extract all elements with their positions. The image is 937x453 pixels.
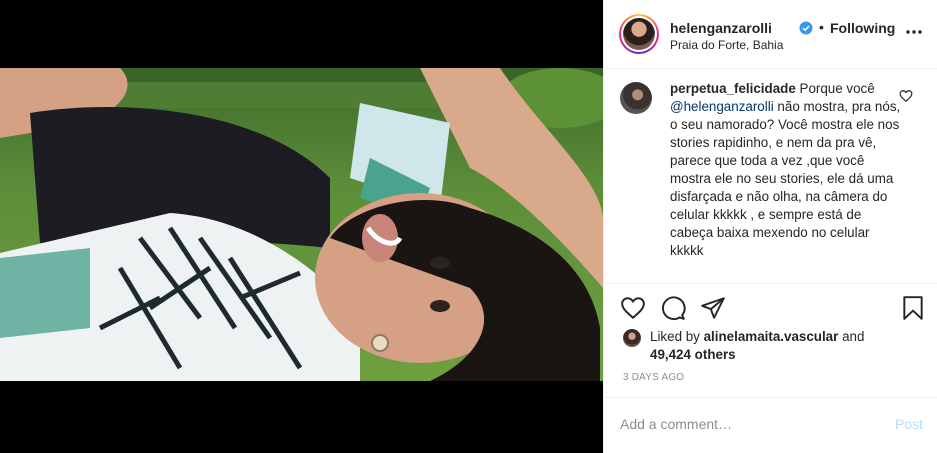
header-separator: • <box>819 19 824 35</box>
likes-prefix: Liked by <box>650 329 700 344</box>
comment-text-before: Porque você <box>799 81 875 96</box>
instagram-post-modal: helenganzarolli • Following Praia do For… <box>0 0 937 453</box>
bookmark-icon[interactable] <box>900 295 926 321</box>
photo-illustration <box>0 68 603 381</box>
post-header: helenganzarolli • Following Praia do For… <box>604 0 937 69</box>
comment-text: perpetua_felicidade Porque você @helenga… <box>670 80 902 260</box>
post-location[interactable]: Praia do Forte, Bahia <box>670 38 783 52</box>
add-comment-input[interactable]: Add a comment… <box>620 416 732 432</box>
post-timestamp[interactable]: 3 DAYS AGO <box>623 372 684 383</box>
post-photo[interactable] <box>0 68 603 381</box>
post-comment-button[interactable]: Post <box>895 416 923 432</box>
author-username[interactable]: helenganzarolli <box>670 20 772 36</box>
post-media-panel <box>0 0 603 453</box>
comment-like-heart-icon[interactable] <box>899 89 913 103</box>
likes-conjunction: and <box>842 329 865 344</box>
more-options-icon[interactable] <box>904 22 924 42</box>
liker-username[interactable]: alinelamaita.vascular <box>704 329 839 344</box>
comment-icon[interactable] <box>660 295 686 321</box>
liker-avatar[interactable] <box>623 329 641 347</box>
commenter-username[interactable]: perpetua_felicidade <box>670 81 796 96</box>
add-comment-section: Add a comment… Post <box>604 397 937 453</box>
following-button[interactable]: Following <box>830 20 895 36</box>
comment-mention[interactable]: @helenganzarolli <box>670 99 774 114</box>
likes-count[interactable]: 49,424 others <box>650 347 736 362</box>
post-actions-bar <box>604 283 937 327</box>
comment-text-after: não mostra, pra nós, o seu namorado? Voc… <box>670 99 901 258</box>
author-avatar[interactable] <box>619 14 659 54</box>
likes-text: Liked by alinelamaita.vascular and 49,42… <box>650 328 900 364</box>
verified-badge-icon <box>799 21 813 35</box>
commenter-avatar[interactable] <box>620 82 652 114</box>
paper-plane-icon[interactable] <box>700 295 726 321</box>
heart-icon[interactable] <box>620 295 646 321</box>
post-sidebar: helenganzarolli • Following Praia do For… <box>603 0 937 453</box>
